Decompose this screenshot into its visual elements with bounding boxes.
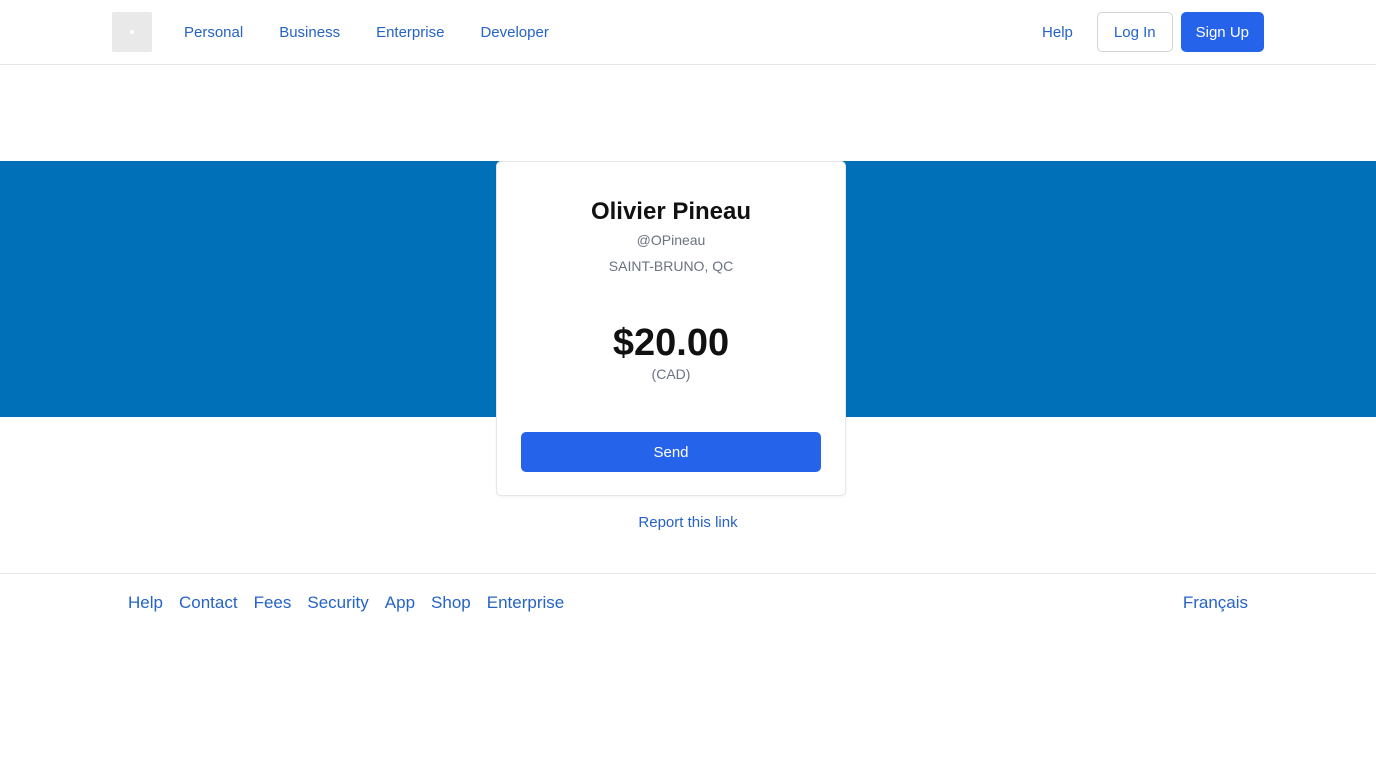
logo[interactable] — [112, 12, 152, 52]
footer-link-help[interactable]: Help — [128, 593, 163, 613]
language-link[interactable]: Français — [1183, 593, 1248, 613]
payment-amount: $20.00 — [612, 322, 730, 364]
currency-label: (CAD) — [651, 366, 691, 382]
nav-developer[interactable]: Developer — [480, 24, 548, 41]
footer: Help Contact Fees Security App Shop Ente… — [0, 573, 1376, 633]
footer-link-enterprise[interactable]: Enterprise — [487, 593, 564, 613]
footer-link-security[interactable]: Security — [307, 593, 368, 613]
nav-enterprise[interactable]: Enterprise — [376, 24, 444, 41]
footer-link-fees[interactable]: Fees — [254, 593, 292, 613]
send-button[interactable]: Send — [521, 432, 821, 472]
footer-link-contact[interactable]: Contact — [179, 593, 238, 613]
nav-personal[interactable]: Personal — [184, 24, 243, 41]
signup-button[interactable]: Sign Up — [1180, 12, 1264, 52]
top-header: Personal Business Enterprise Developer H… — [0, 0, 1376, 65]
login-button[interactable]: Log In — [1096, 12, 1173, 52]
recipient-location: SAINT-BRUNO, QC — [608, 258, 734, 274]
help-link[interactable]: Help — [1042, 24, 1073, 41]
recipient-name: Olivier Pineau — [590, 198, 752, 225]
main-nav: Personal Business Enterprise Developer — [184, 0, 585, 64]
report-link-container: Report this link — [0, 514, 1376, 531]
footer-link-shop[interactable]: Shop — [431, 593, 471, 613]
payment-card: Olivier Pineau @OPineau SAINT-BRUNO, QC … — [496, 161, 846, 496]
footer-link-app[interactable]: App — [385, 593, 415, 613]
logo-icon — [130, 30, 134, 34]
footer-links: Help Contact Fees Security App Shop Ente… — [128, 593, 580, 613]
nav-business[interactable]: Business — [279, 24, 340, 41]
recipient-handle: @OPineau — [636, 232, 706, 248]
report-link[interactable]: Report this link — [638, 514, 737, 531]
header-actions: Help Log In Sign Up — [1042, 12, 1264, 52]
